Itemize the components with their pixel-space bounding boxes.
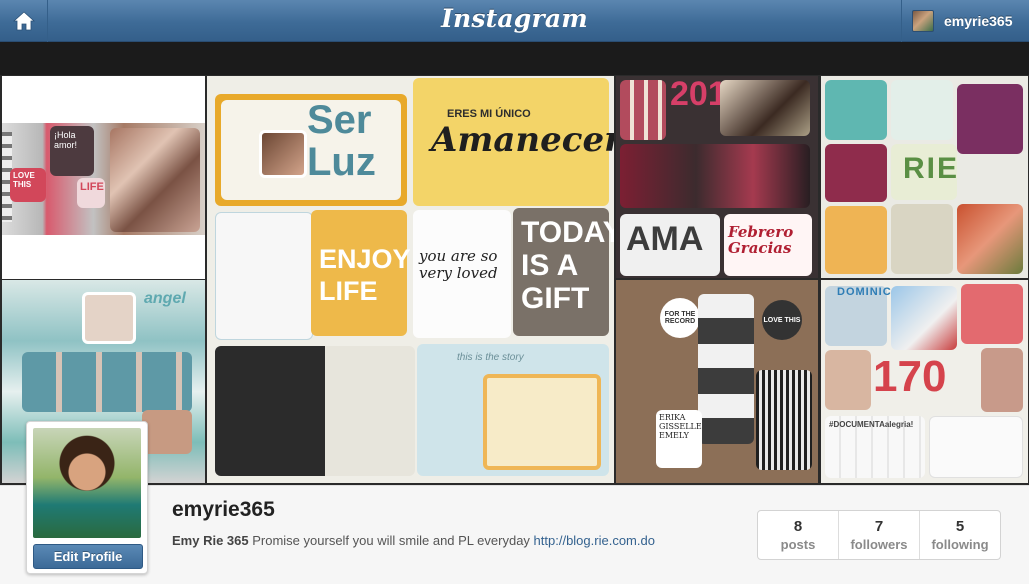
photo-text: #DOCUMENTAalegria! [829, 420, 914, 429]
photo-card: LOVE THIS [762, 300, 802, 340]
photo-tile[interactable]: DOMINICANA 170 #DOCUMENTAalegria! [821, 280, 1028, 483]
photo-text: LIFE [80, 181, 104, 193]
profile-bio-text: Promise yourself you will smile and PL e… [252, 533, 530, 548]
photo-card: LIFE [77, 178, 105, 208]
photo-card [891, 286, 957, 350]
photo-text: you are so very loved [419, 247, 498, 282]
photo-card [929, 416, 1023, 478]
photo-text: ERES MI ÚNICO [447, 108, 531, 120]
photo-text: ENJOY [319, 244, 411, 274]
photo-card [825, 206, 887, 274]
photo-card [825, 286, 887, 346]
followers-label: followers [850, 537, 908, 552]
photo-card [82, 292, 136, 344]
photo-text: LIFE [319, 276, 378, 306]
photo-card: LOVE THIS [10, 168, 46, 202]
profile-bio: Emy Rie 365 Promise yourself you will sm… [172, 533, 655, 548]
photo-card [620, 80, 666, 140]
profile-stats: 8 posts 7 followers 5 following [757, 510, 1001, 560]
photo-card [891, 204, 953, 274]
user-avatar[interactable] [912, 10, 934, 32]
photo-card [981, 348, 1023, 412]
profile-full-name: Emy Rie 365 [172, 533, 249, 548]
photo-card [215, 212, 313, 340]
profile-avatar[interactable] [33, 428, 141, 538]
photo-text: Amanecer [431, 120, 614, 160]
photo-strip [22, 352, 192, 412]
photo-strip [698, 294, 754, 444]
photo-card [825, 350, 871, 410]
photo-card [957, 204, 1023, 274]
photo-text: RIE [903, 152, 960, 185]
photo-card [720, 80, 810, 136]
profile-username: emyrie365 [172, 498, 275, 521]
photo-card [215, 346, 415, 476]
photo-card [957, 84, 1023, 154]
photo-text: Ser [307, 98, 372, 142]
edit-profile-button[interactable]: Edit Profile [33, 544, 143, 569]
photo-card [620, 144, 810, 208]
photo-text: angel [144, 290, 186, 307]
top-navigation-bar: Instagram emyrie365 [0, 0, 1029, 42]
photo-tile[interactable]: FOR THE RECORD LOVE THIS ERIKA GISSELLE … [616, 280, 818, 483]
user-menu[interactable]: emyrie365 [901, 0, 1029, 42]
profile-website-link[interactable]: http://blog.rie.com.do [534, 533, 655, 548]
followers-stat[interactable]: 7 followers [839, 511, 920, 559]
photo-card [756, 370, 812, 470]
photo-grid: ¡Hola amor! LOVE THIS LIFE angel Ser Luz… [0, 75, 1029, 485]
photo-card [142, 410, 192, 454]
photo-card [825, 80, 887, 140]
photo-card: FOR THE RECORD [660, 298, 700, 338]
photo-card: ERIKA GISSELLE EMELY [656, 410, 702, 468]
photo-tile[interactable]: 2014 AMA Febrero Gracias [616, 76, 818, 278]
photo-text: ¡Hola amor! [54, 130, 78, 150]
following-stat[interactable]: 5 following [920, 511, 1000, 559]
photo-text: this is the story [457, 352, 524, 363]
posts-label: posts [780, 537, 816, 552]
followers-count: 7 [874, 518, 884, 535]
photo-text: LOVE THIS [13, 171, 35, 189]
header-username[interactable]: emyrie365 [944, 13, 1013, 29]
photo-card [891, 80, 953, 140]
photo-card [259, 130, 307, 178]
photo-collage [110, 128, 200, 232]
photo-tile-large[interactable]: Ser Luz ERES MI ÚNICO Amanecer ENJOY LIF… [207, 76, 614, 483]
photo-text: ERIKA GISSELLE EMELY [659, 413, 702, 440]
photo-tile[interactable]: ¡Hola amor! LOVE THIS LIFE [2, 76, 205, 279]
photo-tile[interactable]: RIE [821, 76, 1028, 278]
photo-card [961, 284, 1023, 344]
photo-text: AMA [626, 220, 704, 258]
photo-text: Febrero Gracias [728, 223, 794, 257]
photo-text: Luz [307, 140, 376, 184]
following-label: following [931, 537, 989, 552]
photo-card: ¡Hola amor! [50, 126, 94, 176]
instagram-logo[interactable]: Instagram [0, 4, 1029, 33]
profile-avatar-card: Edit Profile [26, 421, 148, 574]
photo-text: TODAY IS A GIFT [521, 216, 614, 315]
photo-text: LOVE THIS [763, 316, 801, 324]
photo-text: FOR THE RECORD [664, 311, 696, 325]
posts-stat[interactable]: 8 posts [758, 511, 839, 559]
photo-text: 170 [873, 352, 947, 401]
posts-count: 8 [793, 518, 803, 535]
photo-card [483, 374, 601, 470]
photo-card [825, 144, 887, 202]
following-count: 5 [955, 518, 965, 535]
